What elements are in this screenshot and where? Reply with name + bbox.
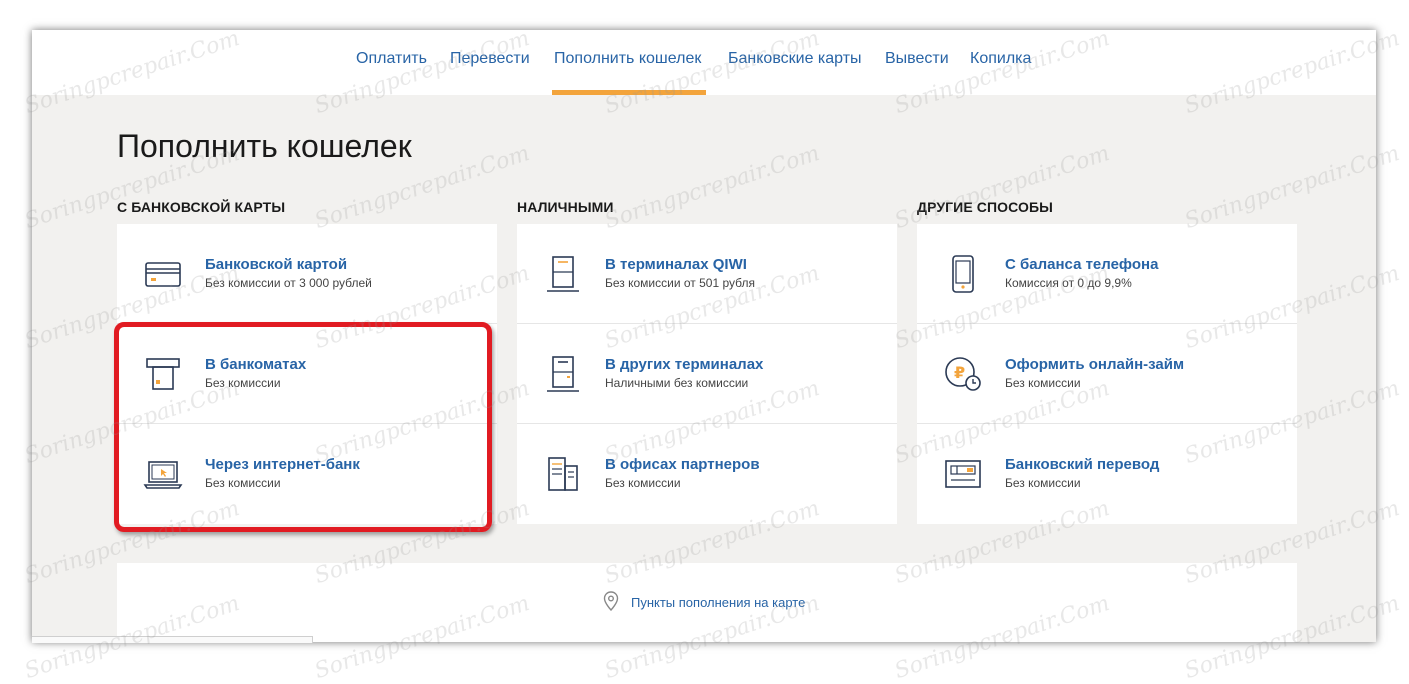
- ruble-clock-icon: ₽: [945, 357, 981, 391]
- bank-card-icon: [145, 262, 181, 287]
- method-subtitle: Без комиссии от 501 рубля: [605, 276, 755, 290]
- method-title: Банковской картой: [205, 256, 348, 273]
- svg-text:₽: ₽: [954, 363, 965, 382]
- map-points-link[interactable]: Пункты пополнения на карте: [631, 595, 805, 610]
- map-panel: Пункты пополнения на карте: [117, 563, 1297, 642]
- method-subtitle: Комиссия от 0 до 9,9%: [1005, 276, 1132, 290]
- phone-icon: [952, 255, 974, 293]
- method-bank-card[interactable]: Банковской картой Без комиссии от 3 000 …: [117, 224, 497, 324]
- method-partner-offices[interactable]: В офисах партнеров Без комиссии: [517, 424, 897, 523]
- highlight-box: [114, 322, 492, 532]
- method-subtitle: Без комиссии: [605, 476, 681, 490]
- column-title-bank-card: С БАНКОВСКОЙ КАРТЫ: [117, 199, 286, 215]
- method-bank-transfer[interactable]: Банковский перевод Без комиссии: [917, 424, 1297, 523]
- tab-transfer[interactable]: Перевести: [450, 50, 530, 68]
- terminal-icon: [547, 356, 579, 392]
- method-subtitle: Без комиссии от 3 000 рублей: [205, 276, 372, 290]
- column-title-other-methods: ДРУГИЕ СПОСОБЫ: [917, 199, 1053, 215]
- active-tab-indicator: [552, 90, 706, 95]
- column-card-cash: В терминалах QIWI Без комиссии от 501 ру…: [517, 224, 897, 524]
- tab-withdraw[interactable]: Вывести: [885, 50, 949, 68]
- tab-pay[interactable]: Оплатить: [356, 50, 427, 68]
- method-title: С баланса телефона: [1005, 256, 1159, 273]
- method-title: В офисах партнеров: [605, 456, 760, 473]
- method-title: Оформить онлайн-займ: [1005, 356, 1185, 373]
- method-qiwi-terminal[interactable]: В терминалах QIWI Без комиссии от 501 ру…: [517, 224, 897, 324]
- bank-transfer-icon: [945, 460, 981, 488]
- method-title: В других терминалах: [605, 356, 764, 373]
- method-phone-balance[interactable]: С баланса телефона Комиссия от 0 до 9,9%: [917, 224, 1297, 324]
- method-title: В терминалах QIWI: [605, 256, 747, 273]
- page-title: Пополнить кошелек: [117, 128, 412, 164]
- top-navigation: Оплатить Перевести Пополнить кошелек Бан…: [32, 30, 1376, 95]
- office-building-icon: [548, 457, 578, 491]
- qiwi-terminal-icon: [547, 256, 579, 292]
- method-subtitle: Наличными без комиссии: [605, 376, 749, 390]
- method-other-terminals[interactable]: В других терминалах Наличными без комисс…: [517, 324, 897, 424]
- method-subtitle: Без комиссии: [1005, 376, 1081, 390]
- tab-top-up-wallet[interactable]: Пополнить кошелек: [554, 50, 701, 68]
- tab-bank-cards[interactable]: Банковские карты: [728, 50, 862, 68]
- method-subtitle: Без комиссии: [1005, 476, 1081, 490]
- location-pin-icon: [603, 591, 619, 611]
- status-bar: [32, 636, 313, 643]
- column-title-cash: НАЛИЧНЫМИ: [517, 199, 614, 215]
- method-online-loan[interactable]: ₽ Оформить онлайн-займ Без комиссии: [917, 324, 1297, 424]
- tab-piggy-bank[interactable]: Копилка: [970, 50, 1031, 68]
- method-title: Банковский перевод: [1005, 456, 1160, 473]
- column-card-other-methods: С баланса телефона Комиссия от 0 до 9,9%…: [917, 224, 1297, 524]
